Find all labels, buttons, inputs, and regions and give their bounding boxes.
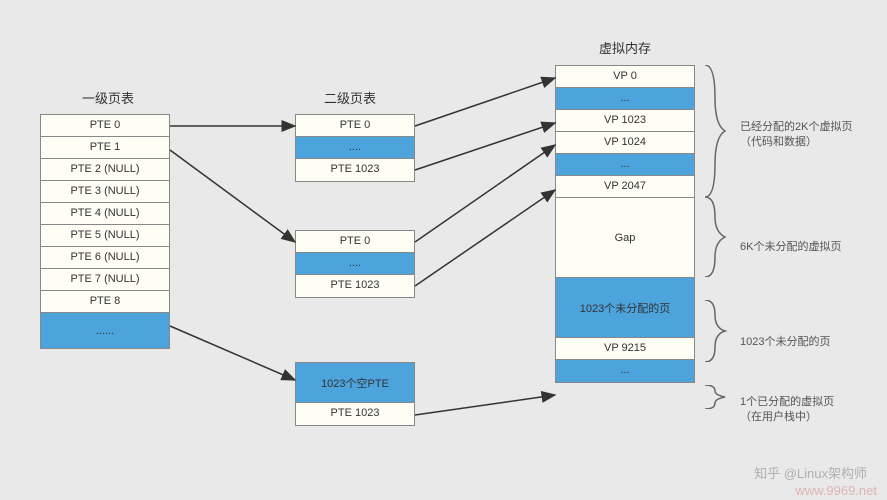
arrow-l2a1023-vp1023	[415, 123, 555, 170]
vm-row: ...	[556, 154, 694, 176]
arrow-l2b1023-vp2047	[415, 190, 555, 286]
l2-title: 二级页表	[300, 88, 400, 107]
vm-gap: Gap	[556, 198, 694, 278]
l2c-row: PTE 1023	[296, 403, 414, 425]
l2a-row: ....	[296, 137, 414, 159]
l2c-row: 1023个空PTE	[296, 363, 414, 403]
vm-row: ...	[556, 88, 694, 110]
arrow-pte8-l2c	[170, 326, 295, 380]
vm-title: 虚拟内存	[575, 38, 675, 57]
label-unalloc-6k: 6K个未分配的虚拟页	[740, 240, 841, 255]
l2-table-b: PTE 0 .... PTE 1023	[295, 230, 415, 298]
l2-table-c: 1023个空PTE PTE 1023	[295, 362, 415, 426]
label-alloc-1: 1个已分配的虚拟页 （在用户栈中）	[740, 395, 834, 426]
l1-row: PTE 6 (NULL)	[41, 247, 169, 269]
vm-table: VP 0 ... VP 1023 VP 1024 ... VP 2047 Gap…	[555, 65, 695, 383]
l2b-row: PTE 1023	[296, 275, 414, 297]
vm-row: VP 9215	[556, 338, 694, 360]
l1-tail: ......	[41, 313, 169, 348]
l1-row: PTE 2 (NULL)	[41, 159, 169, 181]
l2-table-a: PTE 0 .... PTE 1023	[295, 114, 415, 182]
vm-row: VP 1024	[556, 132, 694, 154]
arrow-l2a0-vp0	[415, 78, 555, 126]
l2b-row: PTE 0	[296, 231, 414, 253]
brace-1023	[700, 300, 730, 362]
l1-row: PTE 4 (NULL)	[41, 203, 169, 225]
watermark-url: www.9969.net	[795, 483, 877, 498]
l1-row: PTE 7 (NULL)	[41, 269, 169, 291]
watermark-zhihu: 知乎 @Linux架构师	[754, 463, 867, 482]
arrow-pte1-l2b	[170, 150, 295, 242]
l1-row: PTE 3 (NULL)	[41, 181, 169, 203]
l2b-row: ....	[296, 253, 414, 275]
label-unalloc-1023: 1023个未分配的页	[740, 335, 830, 350]
vm-row: VP 0	[556, 66, 694, 88]
l1-row: PTE 5 (NULL)	[41, 225, 169, 247]
vm-unalloc: 1023个未分配的页	[556, 278, 694, 338]
vm-row: ...	[556, 360, 694, 382]
l2a-row: PTE 1023	[296, 159, 414, 181]
brace-6k	[700, 197, 730, 277]
brace-2k	[700, 65, 730, 197]
arrow-l2b0-vp1024	[415, 145, 555, 242]
vm-row: VP 2047	[556, 176, 694, 198]
l1-row: PTE 8	[41, 291, 169, 313]
l1-page-table: PTE 0 PTE 1 PTE 2 (NULL) PTE 3 (NULL) PT…	[40, 114, 170, 349]
l2a-row: PTE 0	[296, 115, 414, 137]
l1-row: PTE 0	[41, 115, 169, 137]
brace-1	[700, 385, 730, 409]
l1-row: PTE 1	[41, 137, 169, 159]
l1-title: 一级页表	[58, 88, 158, 107]
vm-row: VP 1023	[556, 110, 694, 132]
arrow-l2c1023-vp9215	[415, 395, 555, 415]
label-allocated-2k: 已经分配的2K个虚拟页 （代码和数据）	[740, 120, 852, 151]
